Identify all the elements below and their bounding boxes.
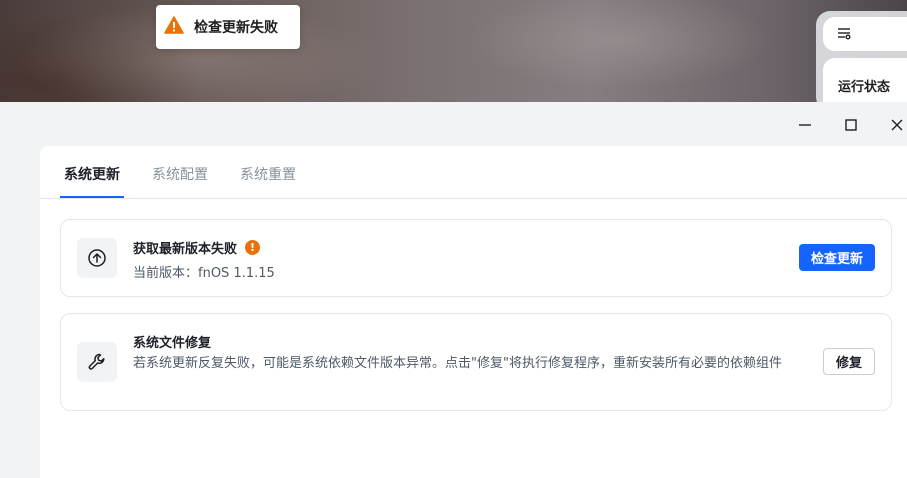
warning-dot-icon: !	[245, 240, 261, 255]
error-toast: 检查更新失败	[156, 5, 300, 49]
warning-triangle-icon	[164, 16, 184, 38]
current-version: 当前版本：fnOS 1.1.15	[133, 266, 275, 281]
tab-system-reset[interactable]: 系统重置	[240, 164, 296, 184]
repair-button[interactable]: 修复	[822, 348, 875, 375]
repair-description: 若系统更新反复失败，可能是系统依赖文件版本异常。点击"修复"将执行修复程序，重新…	[133, 356, 782, 371]
tab-bar: 系统更新 系统配置 系统重置	[40, 146, 907, 199]
settings-panel: 系统更新 系统配置 系统重置 获取最新版本失败 ! 当前版本：fnOS 1.1.…	[40, 146, 907, 478]
active-tab-indicator	[60, 196, 124, 198]
wrench-icon	[77, 342, 117, 382]
update-title: 获取最新版本失败	[133, 242, 238, 257]
widget-filter-button[interactable]	[823, 17, 907, 51]
arrow-up-circle-icon	[77, 238, 117, 278]
desktop-background	[0, 0, 907, 102]
repair-title: 系统文件修复	[133, 336, 212, 351]
check-update-button[interactable]: 检查更新	[798, 244, 875, 271]
widget-status-title: 运行状态	[838, 80, 891, 95]
tab-system-update[interactable]: 系统更新	[64, 164, 120, 184]
close-button[interactable]	[886, 114, 907, 136]
update-card: 获取最新版本失败 ! 当前版本：fnOS 1.1.15 检查更新	[60, 219, 892, 297]
tab-system-config[interactable]: 系统配置	[152, 164, 208, 184]
settings-window: 系统更新 系统配置 系统重置 获取最新版本失败 ! 当前版本：fnOS 1.1.…	[0, 102, 907, 478]
maximize-button[interactable]	[840, 114, 862, 136]
minimize-button[interactable]	[794, 114, 816, 136]
repair-card: 系统文件修复 若系统更新反复失败，可能是系统依赖文件版本异常。点击"修复"将执行…	[60, 313, 892, 411]
filter-settings-icon	[837, 25, 851, 44]
update-title-row: 获取最新版本失败 !	[133, 238, 261, 257]
toast-message: 检查更新失败	[194, 20, 278, 36]
